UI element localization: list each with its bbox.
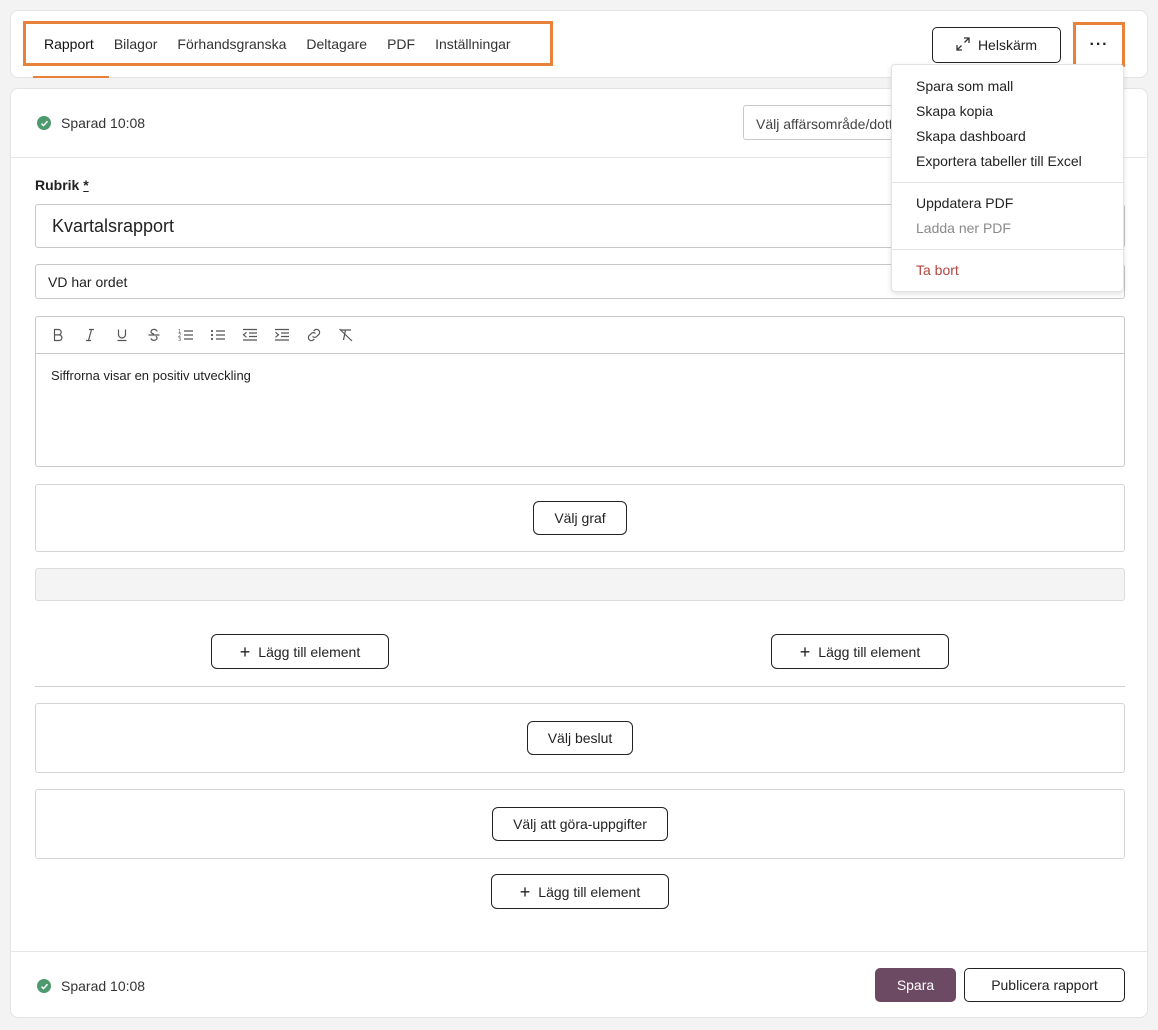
check-circle-icon <box>37 979 51 993</box>
choose-todo-button[interactable]: Välj att göra-uppgifter <box>492 807 668 841</box>
required-mark: * <box>83 177 89 193</box>
add-element-button-right[interactable]: + Lägg till element <box>771 634 949 669</box>
add-element-button-left[interactable]: + Lägg till element <box>211 634 389 669</box>
menu-item-export-excel[interactable]: Exportera tabeller till Excel <box>892 149 1123 174</box>
fullscreen-button[interactable]: Helskärm <box>932 27 1061 63</box>
outdent-icon[interactable] <box>240 325 260 345</box>
strikethrough-icon[interactable] <box>144 325 164 345</box>
editor-content[interactable]: Siffrorna visar en positiv utveckling <box>36 354 1124 397</box>
divider <box>35 686 1125 687</box>
title-label: Rubrik * <box>35 177 89 193</box>
choose-decision-button[interactable]: Välj beslut <box>526 721 634 755</box>
more-options-button[interactable]: ··· <box>1073 22 1125 67</box>
save-status-top: Sparad 10:08 <box>37 115 145 131</box>
save-button[interactable]: Spara <box>875 968 956 1002</box>
tab-bilagor[interactable]: Bilagor <box>114 36 168 52</box>
menu-item-create-dashboard[interactable]: Skapa dashboard <box>892 124 1123 149</box>
svg-text:3: 3 <box>178 337 181 342</box>
plus-icon: + <box>799 641 811 662</box>
bullet-list-icon[interactable] <box>208 325 228 345</box>
ordered-list-icon[interactable]: 123 <box>176 325 196 345</box>
menu-item-create-copy[interactable]: Skapa kopia <box>892 99 1123 124</box>
menu-item-save-as-template[interactable]: Spara som mall <box>892 74 1123 99</box>
save-status-text: Sparad 10:08 <box>61 115 146 131</box>
bold-icon[interactable] <box>48 325 68 345</box>
indent-icon[interactable] <box>272 325 292 345</box>
decision-block: Välj beslut <box>35 703 1125 773</box>
save-status-text: Sparad 10:08 <box>61 978 146 994</box>
editor-toolbar: 123 <box>36 317 1124 354</box>
empty-section-bar <box>35 568 1125 601</box>
more-icon: ··· <box>1089 35 1109 53</box>
divider <box>11 951 1147 952</box>
italic-icon[interactable] <box>80 325 100 345</box>
menu-item-download-pdf: Ladda ner PDF <box>916 220 1011 236</box>
save-status-bottom: Sparad 10:08 <box>37 978 145 994</box>
active-tab-indicator <box>33 76 109 78</box>
tab-pdf[interactable]: PDF <box>387 36 425 52</box>
tab-rapport[interactable]: Rapport <box>44 36 104 52</box>
clear-format-icon[interactable] <box>336 325 356 345</box>
publish-report-button[interactable]: Publicera rapport <box>964 968 1125 1002</box>
expand-icon <box>956 36 970 54</box>
tab-installningar[interactable]: Inställningar <box>435 36 521 52</box>
choose-chart-button[interactable]: Välj graf <box>533 501 627 535</box>
link-icon[interactable] <box>304 325 324 345</box>
todo-block: Välj att göra-uppgifter <box>35 789 1125 859</box>
plus-icon: + <box>239 641 251 662</box>
menu-item-update-pdf[interactable]: Uppdatera PDF <box>892 191 1123 216</box>
tab-deltagare[interactable]: Deltagare <box>306 36 377 52</box>
business-area-select[interactable]: Välj affärsområde/dotterbolag <box>743 105 903 140</box>
menu-divider <box>892 182 1123 183</box>
tab-bar: Rapport Bilagor Förhandsgranska Deltagar… <box>23 21 553 66</box>
menu-item-delete[interactable]: Ta bort <box>892 258 1123 283</box>
menu-divider <box>892 249 1123 250</box>
more-options-menu: Spara som mall Skapa kopia Skapa dashboa… <box>891 64 1124 292</box>
check-circle-icon <box>37 116 51 130</box>
rich-text-editor[interactable]: 123 Siffrorna visar en positiv utvecklin… <box>35 316 1125 467</box>
chart-block: Välj graf <box>35 484 1125 552</box>
underline-icon[interactable] <box>112 325 132 345</box>
fullscreen-label: Helskärm <box>977 37 1038 53</box>
tab-forhandsgranska[interactable]: Förhandsgranska <box>177 36 296 52</box>
plus-icon: + <box>519 881 531 902</box>
add-element-button-bottom[interactable]: + Lägg till element <box>491 874 669 909</box>
